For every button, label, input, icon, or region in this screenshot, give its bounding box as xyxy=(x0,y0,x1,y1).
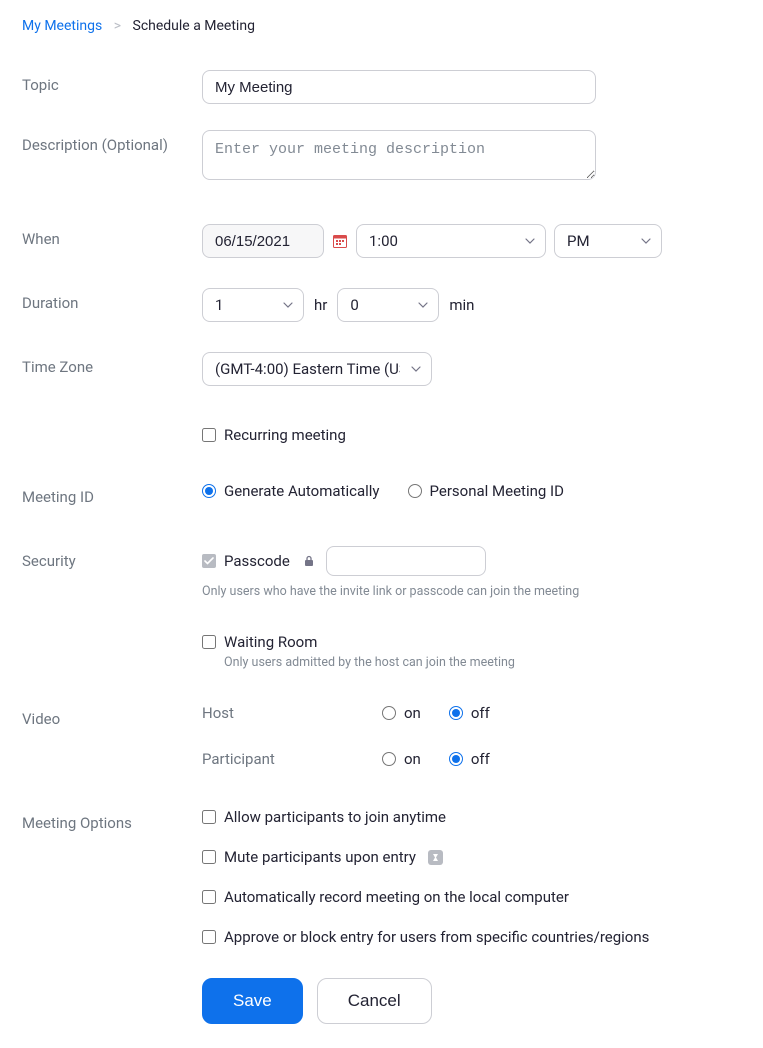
calendar-icon[interactable] xyxy=(332,233,348,249)
radio-host-on[interactable]: on xyxy=(382,704,421,722)
radio-icon xyxy=(408,484,422,498)
radio-participant-on[interactable]: on xyxy=(382,750,421,768)
waiting-room-checkbox[interactable] xyxy=(202,635,216,649)
radio-generate-auto[interactable]: Generate Automatically xyxy=(202,482,380,500)
waiting-room-label: Waiting Room xyxy=(224,633,317,651)
label-security: Security xyxy=(22,546,202,570)
radio-participant-off-label: off xyxy=(471,750,490,768)
time-select-value: 1:00 xyxy=(369,232,398,250)
time-select[interactable]: 1:00 xyxy=(356,224,546,258)
label-topic: Topic xyxy=(22,70,202,94)
radio-generate-auto-label: Generate Automatically xyxy=(224,482,380,500)
ampm-select[interactable]: PM xyxy=(554,224,662,258)
radio-icon xyxy=(449,752,463,766)
radio-icon xyxy=(202,484,216,498)
opt-auto-record-label: Automatically record meeting on the loca… xyxy=(224,888,569,906)
passcode-input[interactable] xyxy=(326,546,486,576)
duration-hr-select[interactable]: 1 xyxy=(202,288,304,322)
label-when: When xyxy=(22,224,202,248)
opt-allow-join-checkbox[interactable] xyxy=(202,810,216,824)
chevron-down-icon xyxy=(283,302,293,308)
opt-mute-entry-checkbox[interactable] xyxy=(202,850,216,864)
passcode-checkbox-disabled xyxy=(202,554,216,568)
save-button[interactable]: Save xyxy=(202,978,303,1024)
breadcrumb: My Meetings > Schedule a Meeting xyxy=(22,18,741,34)
opt-mute-entry-label: Mute participants upon entry xyxy=(224,848,416,866)
radio-icon xyxy=(382,706,396,720)
radio-icon xyxy=(449,706,463,720)
opt-mute-entry-wrap[interactable]: Mute participants upon entry xyxy=(202,848,741,866)
label-meeting-options: Meeting Options xyxy=(22,808,202,832)
duration-min-select[interactable]: 0 xyxy=(337,288,439,322)
radio-personal-id-label: Personal Meeting ID xyxy=(430,482,564,500)
waiting-room-checkbox-wrap[interactable]: Waiting Room xyxy=(202,633,741,651)
radio-participant-off[interactable]: off xyxy=(449,750,490,768)
chevron-down-icon xyxy=(411,366,421,372)
opt-allow-join-wrap[interactable]: Allow participants to join anytime xyxy=(202,808,741,826)
label-description: Description (Optional) xyxy=(22,130,202,154)
waiting-room-hint: Only users admitted by the host can join… xyxy=(224,655,741,670)
radio-personal-id[interactable]: Personal Meeting ID xyxy=(408,482,564,500)
passcode-label: Passcode xyxy=(224,552,290,570)
label-duration: Duration xyxy=(22,288,202,312)
date-input[interactable] xyxy=(202,224,324,258)
duration-hr-value: 1 xyxy=(215,296,223,314)
description-textarea[interactable] xyxy=(202,130,596,180)
opt-country-block-label: Approve or block entry for users from sp… xyxy=(224,928,649,946)
timezone-select-value: (GMT-4:00) Eastern Time (US a xyxy=(215,360,400,378)
chevron-down-icon xyxy=(418,302,428,308)
min-unit: min xyxy=(449,296,474,314)
breadcrumb-parent-link[interactable]: My Meetings xyxy=(22,18,102,34)
radio-participant-on-label: on xyxy=(404,750,421,768)
breadcrumb-current: Schedule a Meeting xyxy=(133,18,255,34)
label-meeting-id: Meeting ID xyxy=(22,482,202,506)
opt-country-block-wrap[interactable]: Approve or block entry for users from sp… xyxy=(202,928,741,946)
passcode-hint: Only users who have the invite link or p… xyxy=(202,584,741,599)
label-video: Video xyxy=(22,704,202,728)
info-icon[interactable] xyxy=(428,850,443,865)
lock-icon xyxy=(304,555,314,567)
radio-host-off-label: off xyxy=(471,704,490,722)
radio-host-on-label: on xyxy=(404,704,421,722)
radio-icon xyxy=(382,752,396,766)
recurring-label: Recurring meeting xyxy=(224,426,346,444)
breadcrumb-separator: > xyxy=(114,18,121,34)
ampm-select-value: PM xyxy=(567,232,590,250)
passcode-checkbox-wrap: Passcode xyxy=(202,552,314,570)
opt-auto-record-wrap[interactable]: Automatically record meeting on the loca… xyxy=(202,888,741,906)
timezone-select[interactable]: (GMT-4:00) Eastern Time (US a xyxy=(202,352,432,386)
opt-allow-join-label: Allow participants to join anytime xyxy=(224,808,446,826)
chevron-down-icon xyxy=(525,238,535,244)
duration-min-value: 0 xyxy=(350,296,358,314)
label-video-host: Host xyxy=(202,704,382,722)
label-timezone: Time Zone xyxy=(22,352,202,376)
radio-host-off[interactable]: off xyxy=(449,704,490,722)
topic-input[interactable] xyxy=(202,70,596,104)
opt-country-block-checkbox[interactable] xyxy=(202,930,216,944)
cancel-button[interactable]: Cancel xyxy=(317,978,432,1024)
recurring-checkbox[interactable] xyxy=(202,428,216,442)
label-video-participant: Participant xyxy=(202,750,382,768)
hr-unit: hr xyxy=(314,296,327,314)
recurring-checkbox-wrap[interactable]: Recurring meeting xyxy=(202,426,741,444)
chevron-down-icon xyxy=(641,238,651,244)
opt-auto-record-checkbox[interactable] xyxy=(202,890,216,904)
